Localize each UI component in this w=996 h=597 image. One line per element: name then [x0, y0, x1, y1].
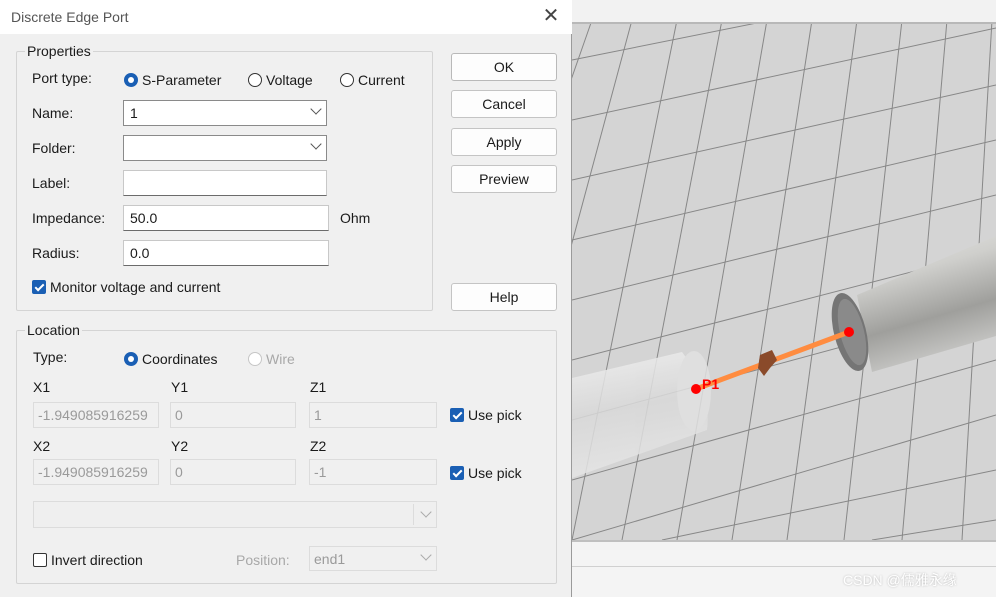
- impedance-value: 50.0: [130, 210, 158, 226]
- y1-input[interactable]: 0: [170, 402, 296, 428]
- title-bar: Discrete Edge Port ✕: [0, 0, 572, 34]
- watermark: CSDN @儒雅永缘: [843, 572, 957, 588]
- z2-label: Z2: [310, 438, 327, 454]
- radio-s-parameter-indicator[interactable]: [124, 73, 138, 87]
- y1-label: Y1: [171, 379, 189, 395]
- z1-input[interactable]: 1: [309, 402, 437, 428]
- name-combo[interactable]: 1: [123, 100, 327, 126]
- x1-label: X1: [33, 379, 51, 395]
- name-label: Name:: [32, 105, 74, 121]
- use-pick-2-indicator[interactable]: [450, 466, 464, 480]
- impedance-input[interactable]: 50.0: [123, 205, 329, 231]
- radio-voltage-label: Voltage: [266, 72, 313, 88]
- port-end-point: [844, 327, 854, 337]
- close-icon[interactable]: ✕: [541, 5, 561, 27]
- chevron-down-icon[interactable]: [310, 103, 322, 115]
- z1-value: 1: [314, 407, 322, 423]
- radius-label: Radius:: [32, 245, 80, 261]
- model-view[interactable]: P1: [572, 0, 996, 597]
- help-button[interactable]: Help: [451, 283, 557, 311]
- properties-legend: Properties: [25, 43, 93, 59]
- radio-current-label: Current: [358, 72, 405, 88]
- monitor-label: Monitor voltage and current: [50, 279, 221, 295]
- cancel-button[interactable]: Cancel: [451, 90, 557, 118]
- radio-coordinates-label: Coordinates: [142, 351, 218, 367]
- x2-label: X2: [33, 438, 51, 454]
- discrete-edge-port-dialog: Discrete Edge Port ✕ Properties Port typ…: [0, 0, 572, 597]
- radio-s-parameter-label: S-Parameter: [142, 72, 222, 88]
- radio-current[interactable]: Current: [340, 72, 405, 88]
- label-input[interactable]: [123, 170, 327, 196]
- preview-button[interactable]: Preview: [451, 165, 557, 193]
- radius-value: 0.0: [130, 245, 150, 261]
- ok-button[interactable]: OK: [451, 53, 557, 81]
- location-type-label: Type:: [33, 349, 68, 365]
- radio-wire-indicator[interactable]: [248, 352, 262, 366]
- y2-value: 0: [175, 464, 183, 480]
- x1-value: -1.949085916259: [38, 407, 148, 423]
- label-label: Label:: [32, 175, 71, 191]
- use-pick-1-checkbox[interactable]: Use pick: [450, 407, 522, 423]
- invert-direction-label: Invert direction: [51, 552, 143, 568]
- port-start-point: [691, 384, 701, 394]
- wire-combo[interactable]: [33, 501, 437, 528]
- radio-voltage[interactable]: Voltage: [248, 72, 313, 88]
- invert-direction-checkbox[interactable]: Invert direction: [33, 552, 143, 568]
- radio-s-parameter[interactable]: S-Parameter: [124, 72, 221, 88]
- 3d-viewport[interactable]: P1: [572, 0, 996, 597]
- apply-button[interactable]: Apply: [451, 128, 557, 156]
- radio-wire[interactable]: Wire: [248, 351, 295, 367]
- impedance-label: Impedance:: [32, 210, 106, 226]
- monitor-checkbox[interactable]: Monitor voltage and current: [32, 279, 220, 295]
- monitor-checkbox-indicator[interactable]: [32, 280, 46, 294]
- folder-combo[interactable]: [123, 135, 327, 161]
- chevron-down-icon[interactable]: [420, 506, 432, 518]
- chevron-down-icon[interactable]: [310, 138, 322, 150]
- location-legend: Location: [25, 322, 82, 338]
- z1-label: Z1: [310, 379, 327, 395]
- dialog-title: Discrete Edge Port: [11, 9, 129, 25]
- x2-input[interactable]: -1.949085916259: [33, 459, 159, 485]
- y2-label: Y2: [171, 438, 189, 454]
- port-label: P1: [702, 376, 719, 392]
- radio-wire-label: Wire: [266, 351, 295, 367]
- impedance-unit: Ohm: [340, 210, 371, 226]
- folder-label: Folder:: [32, 140, 76, 156]
- use-pick-1-indicator[interactable]: [450, 408, 464, 422]
- port-type-label: Port type:: [32, 70, 92, 86]
- radio-coordinates-indicator[interactable]: [124, 352, 138, 366]
- position-label: Position:: [236, 552, 290, 568]
- use-pick-1-label: Use pick: [468, 407, 522, 423]
- radius-input[interactable]: 0.0: [123, 240, 329, 266]
- x1-input[interactable]: -1.949085916259: [33, 402, 159, 428]
- position-value: end1: [314, 551, 346, 567]
- radio-current-indicator[interactable]: [340, 73, 354, 87]
- location-group: [16, 330, 557, 584]
- invert-direction-indicator[interactable]: [33, 553, 47, 567]
- use-pick-2-label: Use pick: [468, 465, 522, 481]
- use-pick-2-checkbox[interactable]: Use pick: [450, 465, 522, 481]
- y2-input[interactable]: 0: [170, 459, 296, 485]
- name-value: 1: [130, 105, 138, 121]
- z2-input[interactable]: -1: [309, 459, 437, 485]
- y1-value: 0: [175, 407, 183, 423]
- radio-coordinates[interactable]: Coordinates: [124, 351, 218, 367]
- z2-value: -1: [314, 464, 327, 480]
- position-combo[interactable]: end1: [309, 546, 437, 571]
- chevron-down-icon[interactable]: [420, 549, 432, 561]
- radio-voltage-indicator[interactable]: [248, 73, 262, 87]
- x2-value: -1.949085916259: [38, 464, 148, 480]
